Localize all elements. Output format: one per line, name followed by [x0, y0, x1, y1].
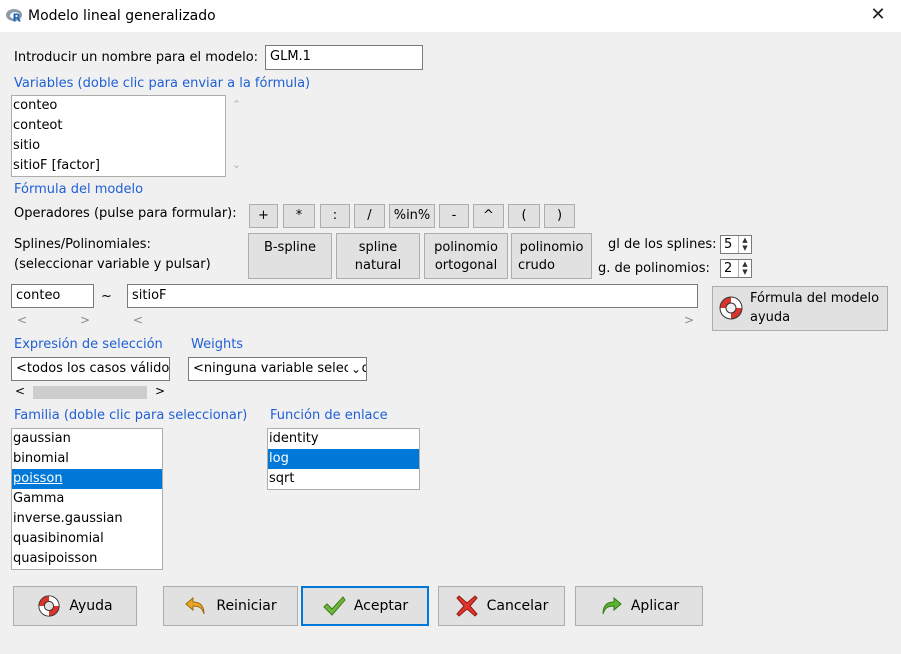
operator-rparen-button[interactable]: ): [544, 204, 575, 228]
tilde-label: ~: [101, 289, 112, 304]
list-item[interactable]: Gamma: [12, 489, 162, 509]
formula-help-line2: ayuda: [750, 310, 791, 325]
variables-label: Variables (doble clic para enviar a la f…: [14, 76, 311, 91]
link-listbox[interactable]: identity log sqrt: [267, 428, 420, 490]
list-item-selected[interactable]: log: [268, 449, 419, 469]
cancel-button[interactable]: Cancelar: [438, 586, 565, 626]
scroll-right-icon[interactable]: >: [80, 313, 90, 327]
g-poly-label: g. de polinomios:: [598, 261, 710, 276]
list-item[interactable]: sqrt: [268, 469, 419, 489]
g-poly-value: 2: [724, 261, 733, 276]
g-poly-spinbox[interactable]: 2 ▲ ▼: [720, 259, 752, 278]
poly-raw-button[interactable]: polinomio crudo: [511, 233, 592, 279]
scrollbar-thumb[interactable]: [33, 386, 147, 399]
list-item-selected[interactable]: poisson: [12, 469, 162, 489]
bspline-label: B-spline: [263, 240, 317, 255]
link-label: Función de enlace: [270, 408, 388, 423]
operator-in-button[interactable]: %in%: [389, 204, 435, 228]
chevron-down-icon[interactable]: ⌄: [347, 360, 361, 378]
bspline-button[interactable]: B-spline: [248, 233, 332, 279]
list-item[interactable]: quasipoisson: [12, 549, 162, 569]
list-item[interactable]: inverse.gaussian: [12, 509, 162, 529]
weights-select[interactable]: <ninguna variable seleccionada> ⌄: [188, 357, 367, 381]
subset-scrollbar[interactable]: < >: [11, 384, 170, 401]
family-label: Familia (doble clic para seleccionar): [14, 408, 248, 423]
list-item[interactable]: gaussian: [12, 429, 162, 449]
spline-natural-button[interactable]: spline natural: [336, 233, 420, 279]
forward-arrow-icon: [602, 596, 622, 615]
cancel-button-label: Cancelar: [486, 598, 549, 614]
lifebuoy-icon: [719, 296, 743, 320]
operators-label: Operadores (pulse para formular):: [14, 206, 237, 221]
weights-value: <ninguna variable seleccionada>: [193, 361, 366, 376]
ok-button-label: Aceptar: [353, 598, 409, 614]
splines-label-1: Splines/Polinomiales:: [14, 237, 151, 252]
scroll-up-icon[interactable]: ⌃: [228, 98, 245, 111]
help-button[interactable]: Ayuda: [13, 586, 137, 626]
model-name-label: Introducir un nombre para el modelo:: [14, 50, 259, 65]
cancel-x-icon: [455, 595, 478, 617]
r-logo-icon: R: [6, 9, 22, 24]
scroll-left-icon[interactable]: <: [17, 313, 27, 327]
checkmark-icon: [323, 596, 346, 616]
gl-splines-label: gl de los splines:: [608, 237, 717, 252]
list-item[interactable]: sitioF [factor]: [12, 156, 225, 176]
list-item[interactable]: conteot: [12, 116, 225, 136]
close-icon[interactable]: ✕: [869, 6, 887, 24]
weights-label: Weights: [191, 337, 244, 352]
scroll-down-icon[interactable]: ⌄: [228, 158, 245, 171]
list-item[interactable]: conteo: [12, 96, 225, 116]
operator-colon-button[interactable]: :: [320, 204, 350, 228]
poly-raw-label-1: polinomio: [519, 240, 584, 255]
svg-text:R: R: [13, 12, 22, 24]
scroll-left-icon[interactable]: <: [133, 313, 143, 327]
reset-button[interactable]: Reiniciar: [163, 586, 298, 626]
list-item[interactable]: identity: [268, 429, 419, 449]
list-item[interactable]: quasibinomial: [12, 529, 162, 549]
poly-orthogonal-label-2: ortogonal: [434, 258, 498, 273]
window-title: Modelo lineal generalizado: [28, 8, 216, 24]
apply-button-label: Aplicar: [630, 598, 680, 614]
spin-arrows-icon[interactable]: ▲ ▼: [738, 260, 751, 277]
model-name-input[interactable]: GLM.1: [265, 45, 423, 70]
variables-listbox[interactable]: conteo conteot sitio sitioF [factor]: [11, 95, 226, 177]
spin-arrows-icon[interactable]: ▲ ▼: [738, 236, 751, 253]
apply-button[interactable]: Aplicar: [575, 586, 703, 626]
subset-label: Expresión de selección: [14, 337, 163, 352]
splines-label-2: (seleccionar variable y pulsar): [14, 257, 211, 272]
poly-orthogonal-button[interactable]: polinomio ortogonal: [424, 233, 508, 279]
formula-rhs-input[interactable]: sitioF: [127, 284, 698, 308]
list-item[interactable]: sitio: [12, 136, 225, 156]
poly-orthogonal-label-1: polinomio: [434, 240, 498, 255]
family-listbox[interactable]: gaussian binomial poisson Gamma inverse.…: [11, 428, 163, 570]
title-bar: R Modelo lineal generalizado ✕: [0, 0, 901, 32]
scroll-right-icon[interactable]: >: [155, 384, 165, 398]
formula-help-button[interactable]: Fórmula del modelo ayuda: [712, 286, 888, 331]
spline-natural-label-2: natural: [354, 258, 402, 273]
operator-slash-button[interactable]: /: [354, 204, 385, 228]
operator-plus-button[interactable]: +: [249, 204, 278, 228]
subset-input[interactable]: <todos los casos válidos>: [11, 357, 170, 381]
formula-help-line1: Fórmula del modelo: [750, 291, 880, 306]
scroll-left-icon[interactable]: <: [15, 384, 25, 398]
poly-raw-label-2: crudo: [518, 258, 555, 273]
spline-natural-label-1: spline: [358, 240, 398, 255]
scroll-right-icon[interactable]: >: [684, 313, 694, 327]
ok-button[interactable]: Aceptar: [301, 586, 429, 626]
operator-minus-button[interactable]: -: [439, 204, 469, 228]
reset-button-label: Reiniciar: [216, 598, 277, 614]
lifebuoy-icon: [38, 595, 60, 617]
operator-lparen-button[interactable]: (: [508, 204, 540, 228]
gl-splines-spinbox[interactable]: 5 ▲ ▼: [720, 235, 752, 254]
help-button-label: Ayuda: [69, 598, 113, 614]
operator-power-button[interactable]: ^: [473, 204, 504, 228]
undo-arrow-icon: [185, 596, 205, 615]
formula-section-label: Fórmula del modelo: [14, 182, 144, 197]
list-item[interactable]: binomial: [12, 449, 162, 469]
gl-splines-value: 5: [724, 237, 733, 252]
formula-lhs-input[interactable]: conteo: [11, 284, 94, 308]
operator-times-button[interactable]: *: [283, 204, 315, 228]
